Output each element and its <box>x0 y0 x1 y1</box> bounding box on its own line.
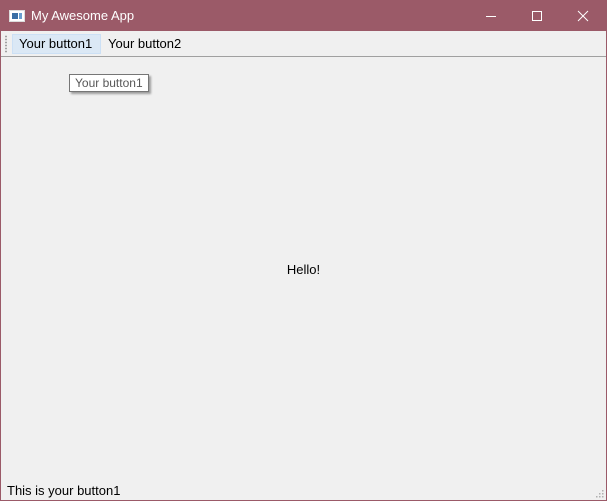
hello-label: Hello! <box>286 262 321 277</box>
your-button2[interactable]: Your button2 <box>102 34 190 54</box>
app-window: My Awesome App Your button1 Your button2… <box>0 0 607 501</box>
size-grip-icon[interactable] <box>594 488 604 498</box>
status-message: This is your button1 <box>7 483 121 498</box>
title-bar[interactable]: My Awesome App <box>1 1 606 31</box>
close-button[interactable] <box>560 1 606 31</box>
tooltip: Your button1 <box>69 74 149 92</box>
status-bar: This is your button1 <box>1 482 606 500</box>
toolbar-grip-handle[interactable] <box>5 35 7 53</box>
maximize-button[interactable] <box>514 1 560 31</box>
minimize-icon <box>486 16 496 17</box>
toolbar: Your button1 Your button2 <box>1 32 606 57</box>
app-window-icon <box>9 10 25 22</box>
window-title: My Awesome App <box>31 8 135 23</box>
central-widget: Hello! <box>1 57 606 481</box>
your-button1[interactable]: Your button1 <box>12 34 101 54</box>
minimize-button[interactable] <box>468 1 514 31</box>
maximize-icon <box>532 11 542 21</box>
close-icon <box>577 10 589 22</box>
